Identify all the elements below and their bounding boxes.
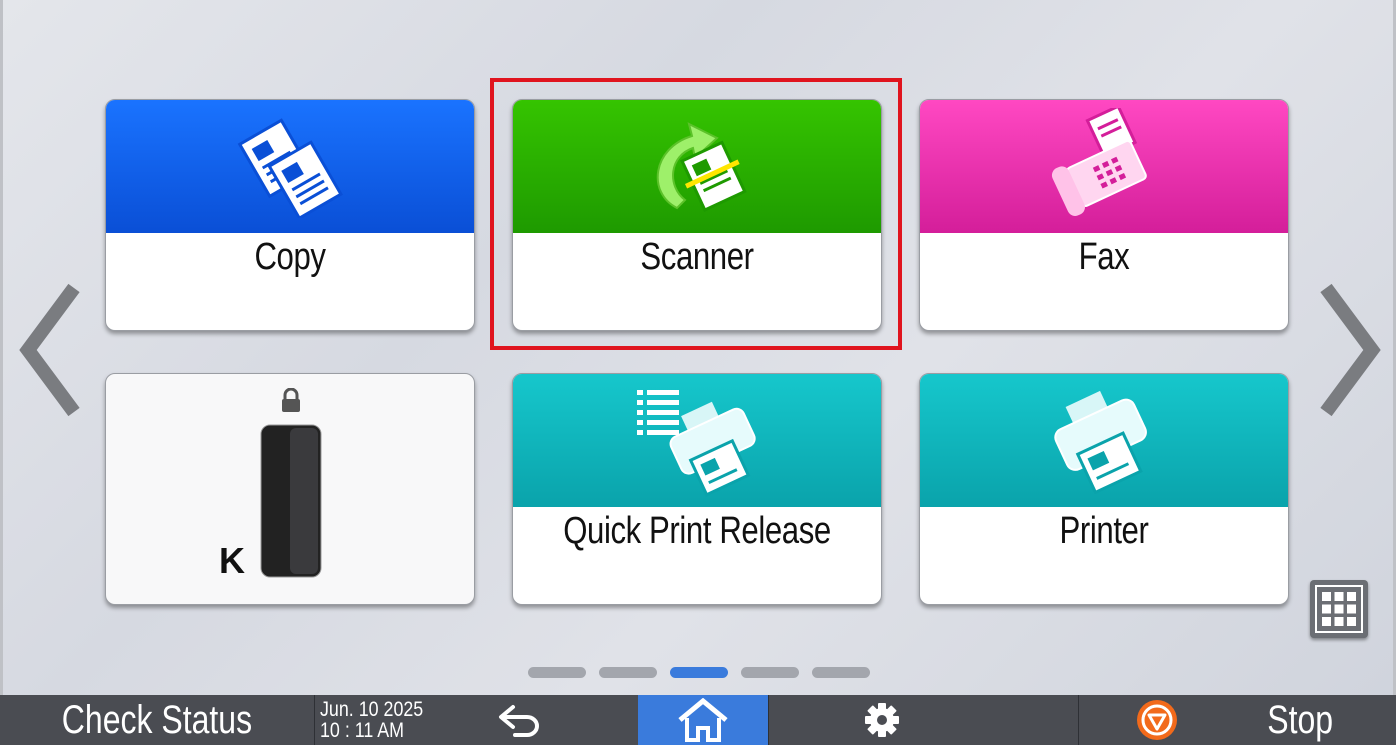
next-page-button[interactable] bbox=[1314, 280, 1384, 425]
lock-icon bbox=[282, 388, 300, 412]
check-status-button[interactable]: Check Status bbox=[0, 695, 314, 745]
printer-icon bbox=[1054, 390, 1147, 495]
grid-icon bbox=[1315, 585, 1363, 633]
bottom-bar: Check Status Jun. 10 2025 10 : 11 AM Sto… bbox=[0, 695, 1396, 745]
date-time-display: Jun. 10 2025 10 : 11 AM bbox=[320, 695, 460, 745]
time-text: 10 : 11 AM bbox=[320, 719, 405, 742]
settings-button[interactable] bbox=[769, 695, 995, 745]
fax-icon bbox=[1051, 108, 1147, 216]
fax-tile-header bbox=[920, 100, 1288, 233]
copy-app-tile[interactable]: Copy bbox=[105, 99, 475, 331]
printer-tile-header bbox=[920, 374, 1288, 507]
quick-print-release-icon bbox=[637, 390, 756, 497]
stop-icon bbox=[1136, 700, 1177, 740]
chevron-right-icon bbox=[1320, 283, 1381, 417]
previous-page-button[interactable] bbox=[16, 280, 86, 425]
page-indicator bbox=[528, 667, 870, 678]
copy-tile-header bbox=[106, 100, 474, 233]
fax-app-tile[interactable]: Fax bbox=[919, 99, 1289, 331]
check-status-label: Check Status bbox=[61, 697, 253, 742]
stop-label: Stop bbox=[1267, 697, 1333, 742]
toner-level-tile[interactable]: K bbox=[105, 373, 475, 605]
toner-cartridge-icon bbox=[260, 424, 322, 578]
app-list-button[interactable] bbox=[1310, 580, 1368, 638]
printer-label: Printer bbox=[1059, 510, 1149, 552]
copy-icon bbox=[237, 118, 343, 218]
date-text: Jun. 10 2025 bbox=[320, 698, 424, 721]
quick-print-release-label: Quick Print Release bbox=[563, 510, 831, 552]
fax-label: Fax bbox=[1078, 236, 1130, 278]
toner-color-letter: K bbox=[219, 540, 245, 581]
back-button[interactable] bbox=[460, 695, 580, 745]
quick-print-release-tile-header bbox=[513, 374, 881, 507]
printer-app-tile[interactable]: Printer bbox=[919, 373, 1289, 605]
copy-label: Copy bbox=[254, 236, 326, 278]
chevron-left-icon bbox=[19, 283, 80, 417]
gear-icon bbox=[865, 703, 899, 737]
page-dot[interactable] bbox=[599, 667, 657, 678]
stop-button[interactable]: Stop bbox=[1080, 695, 1396, 745]
page-dot[interactable] bbox=[528, 667, 586, 678]
quick-print-release-app-tile[interactable]: Quick Print Release bbox=[512, 373, 882, 605]
home-button[interactable] bbox=[638, 695, 768, 745]
page-dot-active[interactable] bbox=[670, 667, 728, 678]
home-icon bbox=[678, 698, 728, 742]
scanner-highlight-box bbox=[490, 78, 902, 350]
back-arrow-icon bbox=[499, 705, 539, 737]
page-dot[interactable] bbox=[812, 667, 870, 678]
page-dot[interactable] bbox=[741, 667, 799, 678]
